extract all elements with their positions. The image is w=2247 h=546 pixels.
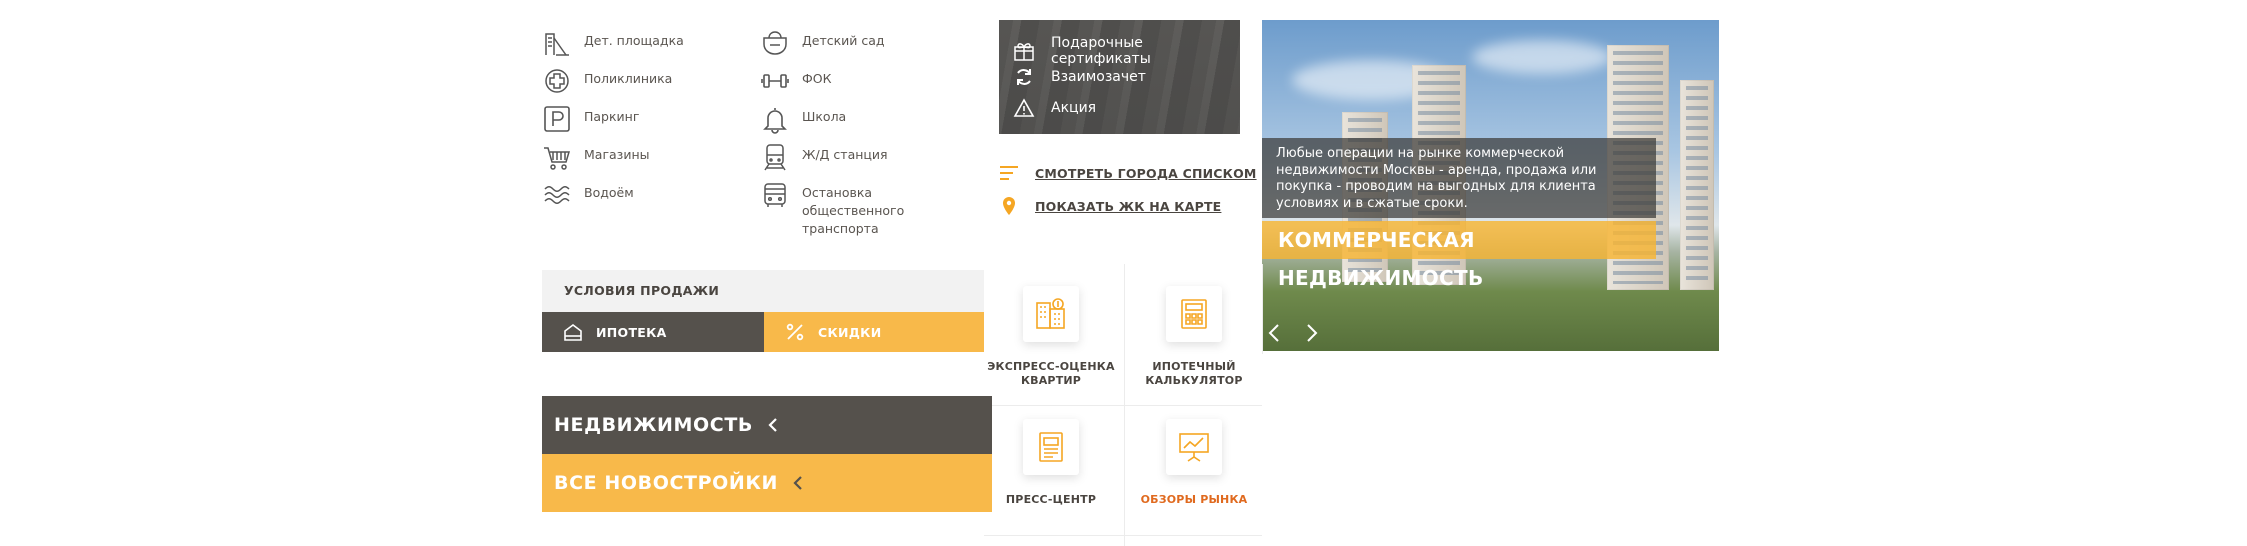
gift-panel: Подарочные сертификаты Взаимозачет Акция (999, 20, 1240, 134)
gift-item-label: Акция (1051, 100, 1097, 116)
service-label-active: ОБЗОРЫ РЫНКА (1140, 493, 1248, 506)
bus-icon (760, 180, 790, 210)
mortgage-button[interactable]: ИПОТЕКА (542, 312, 764, 352)
warning-icon (1013, 97, 1035, 119)
legend-label: Остановка общественного транспорта (802, 185, 905, 236)
new-buildings-menu-label: ВСЕ НОВОСТРОЙКИ (554, 472, 779, 494)
service-press-center[interactable]: ПРЕСС-ЦЕНТР (981, 419, 1121, 507)
clinic-icon (542, 66, 572, 96)
kindergarten-icon (760, 28, 790, 58)
waves-icon (542, 180, 572, 210)
legend-item-school: Школа (760, 104, 846, 134)
newspaper-icon (1034, 430, 1068, 464)
service-tile[interactable] (1023, 419, 1079, 475)
cart-icon (542, 142, 572, 172)
list-view-link[interactable]: СМОТРЕТЬ ГОРОДА СПИСКОМ (999, 165, 1257, 181)
legend-item-bus: Остановка общественного транспорта (760, 180, 962, 238)
map-view-label: ПОКАЗАТЬ ЖК НА КАРТЕ (1035, 198, 1222, 214)
service-market-reviews[interactable]: ОБЗОРЫ РЫНКА (1124, 419, 1264, 507)
mortgage-label: ИПОТЕКА (596, 324, 667, 340)
new-buildings-menu-bar[interactable]: ВСЕ НОВОСТРОЙКИ (542, 454, 992, 512)
presentation-chart-icon (1177, 430, 1211, 464)
legend-label: Школа (802, 109, 847, 124)
legend-label: ФОК (802, 71, 832, 86)
service-label: ПРЕСС-ЦЕНТР (1005, 493, 1097, 506)
legend-item-train: Ж/Д станция (760, 142, 888, 172)
legend-item-parking: Паркинг (542, 104, 639, 134)
promo-slider[interactable]: Любые операции на рынке коммерческой нед… (1262, 20, 1719, 351)
discounts-button[interactable]: СКИДКИ (764, 312, 984, 352)
grid-divider (984, 535, 1262, 536)
service-tile[interactable] (1166, 419, 1222, 475)
legend-label: Ж/Д станция (802, 147, 888, 162)
legend-label: Дет. площадка (584, 33, 684, 48)
calculator-icon (1177, 297, 1211, 331)
promo-caption: Любые операции на рынке коммерческой нед… (1262, 138, 1656, 218)
bell-icon (760, 104, 790, 134)
service-tile[interactable] (1023, 286, 1079, 342)
building-shape (1680, 80, 1714, 290)
slider-prev-arrow[interactable] (1264, 322, 1286, 344)
discounts-label: СКИДКИ (818, 324, 882, 340)
map-view-link[interactable]: ПОКАЗАТЬ ЖК НА КАРТЕ (1001, 196, 1221, 216)
gift-icon (1013, 40, 1035, 62)
cloud-shape (1472, 40, 1612, 74)
legend-item-water: Водоём (542, 180, 634, 210)
train-icon (760, 142, 790, 172)
mutual-offset-item[interactable]: Взаимозачет (1013, 66, 1146, 88)
map-pin-icon (1001, 196, 1017, 216)
dumbbell-icon (760, 66, 790, 96)
percent-icon (784, 321, 806, 343)
realty-menu-label: НЕДВИЖИМОСТЬ (554, 414, 753, 436)
parking-icon (542, 104, 572, 134)
playground-icon (542, 28, 572, 58)
legend-item-playground: Дет. площадка (542, 28, 684, 58)
promo-action-item[interactable]: Акция (1013, 97, 1096, 119)
chevron-left-icon (765, 417, 781, 433)
house-icon (562, 321, 584, 343)
gift-item-label: Взаимозачет (1051, 69, 1146, 85)
service-express-valuation[interactable]: ЭКСПРЕСС-ОЦЕНКА КВАРТИР (981, 286, 1121, 388)
legend-label: Водоём (584, 185, 634, 200)
list-view-label: СМОТРЕТЬ ГОРОДА СПИСКОМ (1035, 165, 1257, 181)
gift-item-label: Подарочные сертификаты (1051, 35, 1151, 67)
legend-item-sport: ФОК (760, 66, 831, 96)
legend-item-clinic: Поликлиника (542, 66, 672, 96)
sale-conditions-heading: УСЛОВИЯ ПРОДАЖИ (542, 270, 984, 312)
service-label: ЭКСПРЕСС-ОЦЕНКА КВАРТИР (987, 360, 1115, 387)
legend-label: Детский сад (802, 33, 885, 48)
legend-label: Поликлиника (584, 71, 673, 86)
service-label: ИПОТЕЧНЫЙ КАЛЬКУЛЯТОР (1145, 360, 1243, 387)
legend-item-kindergarten: Детский сад (760, 28, 885, 58)
legend-label: Магазины (584, 147, 650, 162)
chevron-left-icon (790, 475, 806, 491)
legend-label: Паркинг (584, 109, 640, 124)
list-lines-icon (999, 165, 1019, 181)
gift-certificates-item[interactable]: Подарочные сертификаты (1013, 35, 1240, 67)
legend-item-shops: Магазины (542, 142, 650, 172)
service-mortgage-calculator[interactable]: ИПОТЕЧНЫЙ КАЛЬКУЛЯТОР (1124, 286, 1264, 388)
service-tile[interactable] (1166, 286, 1222, 342)
refresh-icon (1013, 66, 1035, 88)
grid-divider (984, 405, 1262, 406)
promo-title[interactable]: КОММЕРЧЕСКАЯ НЕДВИЖИМОСТЬ (1262, 221, 1656, 290)
realty-menu-bar[interactable]: НЕДВИЖИМОСТЬ (542, 396, 992, 454)
slider-next-arrow[interactable] (1300, 322, 1322, 344)
building-valuation-icon (1034, 297, 1068, 331)
